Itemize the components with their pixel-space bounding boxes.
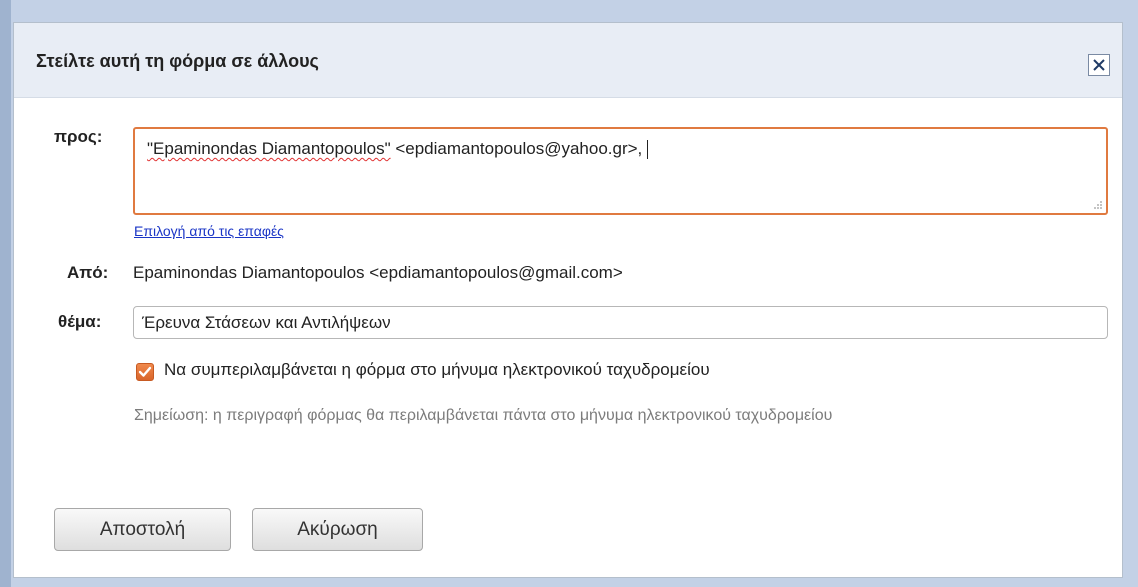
to-recipient-name: "Epaminondas Diamantopoulos": [147, 139, 391, 158]
subject-label: θέμα:: [58, 312, 102, 331]
include-form-checkbox[interactable]: [136, 363, 154, 381]
to-recipient-email: <epdiamantopoulos@yahoo.gr>,: [390, 139, 643, 158]
from-label: Από:: [67, 263, 109, 282]
form-description-note: Σημείωση: η περιγραφή φόρμας θα περιλαμβ…: [134, 407, 833, 424]
close-icon: [1093, 59, 1105, 71]
background-edge: [0, 0, 11, 587]
from-value: Epaminondas Diamantopoulos <epdiamantopo…: [133, 263, 623, 282]
resize-grip-icon[interactable]: [1091, 198, 1103, 210]
text-caret: [647, 140, 649, 160]
subject-input[interactable]: Έρευνα Στάσεων και Αντιλήψεων: [133, 306, 1108, 339]
choose-from-contacts-link[interactable]: Επιλογή από τις επαφές: [134, 223, 284, 239]
share-form-dialog: Στείλτε αυτή τη φόρμα σε άλλους προς: "E…: [13, 22, 1123, 578]
dialog-title-bar: Στείλτε αυτή τη φόρμα σε άλλους: [14, 23, 1122, 98]
subject-value: Έρευνα Στάσεων και Αντιλήψεων: [142, 313, 391, 332]
dialog-title: Στείλτε αυτή τη φόρμα σε άλλους: [36, 51, 319, 71]
include-form-label[interactable]: Να συμπεριλαμβάνεται η φόρμα στο μήνυμα …: [164, 360, 710, 380]
to-recipients-input[interactable]: "Epaminondas Diamantopoulos" <epdiamanto…: [133, 127, 1108, 215]
to-recipients-text: "Epaminondas Diamantopoulos" <epdiamanto…: [147, 139, 649, 160]
cancel-button[interactable]: Ακύρωση: [252, 508, 423, 551]
close-button[interactable]: [1088, 54, 1110, 76]
checkmark-icon: [138, 366, 152, 377]
send-button[interactable]: Αποστολή: [54, 508, 231, 551]
to-label: προς:: [54, 127, 103, 146]
